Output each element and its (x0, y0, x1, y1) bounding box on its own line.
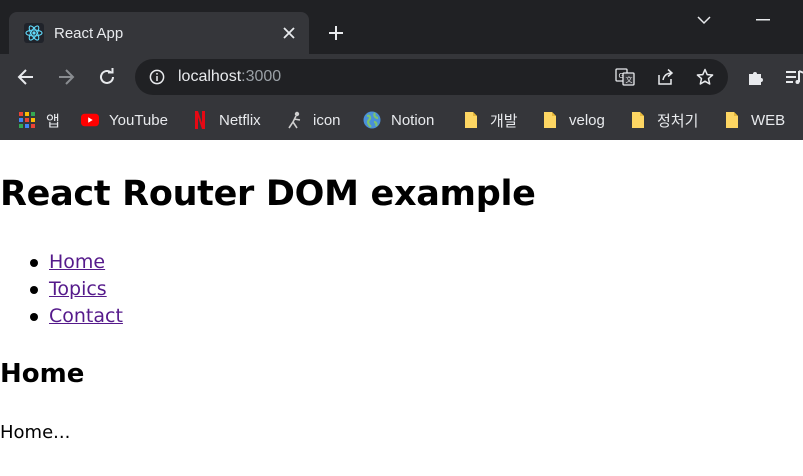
bookmark-folder-velog[interactable]: velog (541, 109, 605, 131)
svg-text:文: 文 (626, 75, 633, 84)
url-port: :3000 (241, 68, 282, 85)
folder-icon (629, 111, 647, 129)
toolbar: localhost:3000 G文 (0, 54, 803, 100)
bookmark-label: YouTube (109, 111, 168, 129)
section-title: Home (0, 359, 85, 389)
bookmark-label: Netflix (219, 111, 261, 129)
nav-item-contact: Contact (0, 304, 123, 331)
nav-list: Home Topics Contact (0, 250, 123, 331)
url-host: localhost (178, 68, 242, 85)
folder-icon (723, 111, 741, 129)
bookmarks-bar: 앱 YouTube Netflix icon Notion 개발 velog 정… (0, 100, 803, 140)
bookmark-folder-dev[interactable]: 개발 (462, 109, 518, 131)
share-icon[interactable] (655, 67, 675, 87)
folder-icon (462, 111, 480, 129)
forward-arrow-icon[interactable] (54, 65, 78, 89)
bookmark-apps[interactable]: 앱 (18, 109, 60, 131)
browser-window: React App localhost:3000 G 文 앱 YouTube N… (0, 0, 803, 140)
address-bar[interactable]: localhost:3000 G文 (135, 59, 728, 95)
bookmark-youtube[interactable]: YouTube (81, 109, 168, 131)
reading-list-icon[interactable] (783, 65, 803, 89)
youtube-icon (81, 111, 99, 129)
tab-strip: React App (0, 0, 803, 54)
bookmark-folder-cert[interactable]: 정처기 (629, 109, 698, 131)
close-icon[interactable] (279, 23, 299, 43)
info-icon[interactable] (147, 67, 167, 87)
apps-grid-icon (18, 111, 36, 129)
new-tab-icon[interactable] (325, 22, 347, 44)
chevron-down-icon[interactable] (694, 10, 714, 30)
nav-item-topics: Topics (0, 277, 123, 304)
figure-icon (285, 111, 303, 129)
react-logo-icon (24, 23, 44, 43)
svg-text:G: G (619, 72, 624, 80)
netflix-icon (191, 111, 209, 129)
puzzle-icon[interactable] (744, 65, 768, 89)
tab-title: React App (54, 24, 124, 42)
bookmark-label: Notion (391, 111, 435, 129)
bookmark-folder-web[interactable]: WEB (723, 109, 785, 131)
translate-icon[interactable]: G文 (615, 67, 635, 87)
section-body: Home... (0, 422, 71, 443)
bookmark-notion[interactable]: Notion (363, 109, 434, 131)
star-icon[interactable] (695, 67, 715, 87)
bookmark-label: 개발 (490, 112, 518, 130)
bookmark-label: 앱 (46, 112, 60, 130)
bookmark-label: WEB (751, 111, 786, 129)
page-content: React Router DOM example Home Topics Con… (0, 140, 803, 476)
back-arrow-icon[interactable] (14, 65, 38, 89)
bookmark-netflix[interactable]: Netflix (191, 109, 261, 131)
page-title: React Router DOM example (0, 174, 536, 214)
bookmark-label: icon (313, 111, 341, 129)
tab-react-app[interactable]: React App (9, 12, 309, 54)
reload-icon[interactable] (95, 65, 119, 89)
folder-icon (541, 111, 559, 129)
bookmark-label: 정처기 (657, 112, 699, 130)
minimize-icon[interactable] (748, 10, 778, 30)
globe-icon (363, 111, 381, 129)
url-text[interactable]: localhost:3000 (178, 68, 281, 86)
nav-item-home: Home (0, 250, 123, 277)
nav-link-topics[interactable]: Topics (49, 278, 107, 300)
nav-link-contact[interactable]: Contact (49, 305, 123, 327)
nav-link-home[interactable]: Home (49, 251, 105, 273)
bookmark-label: velog (569, 111, 605, 129)
bookmark-icon[interactable]: icon (285, 109, 341, 131)
